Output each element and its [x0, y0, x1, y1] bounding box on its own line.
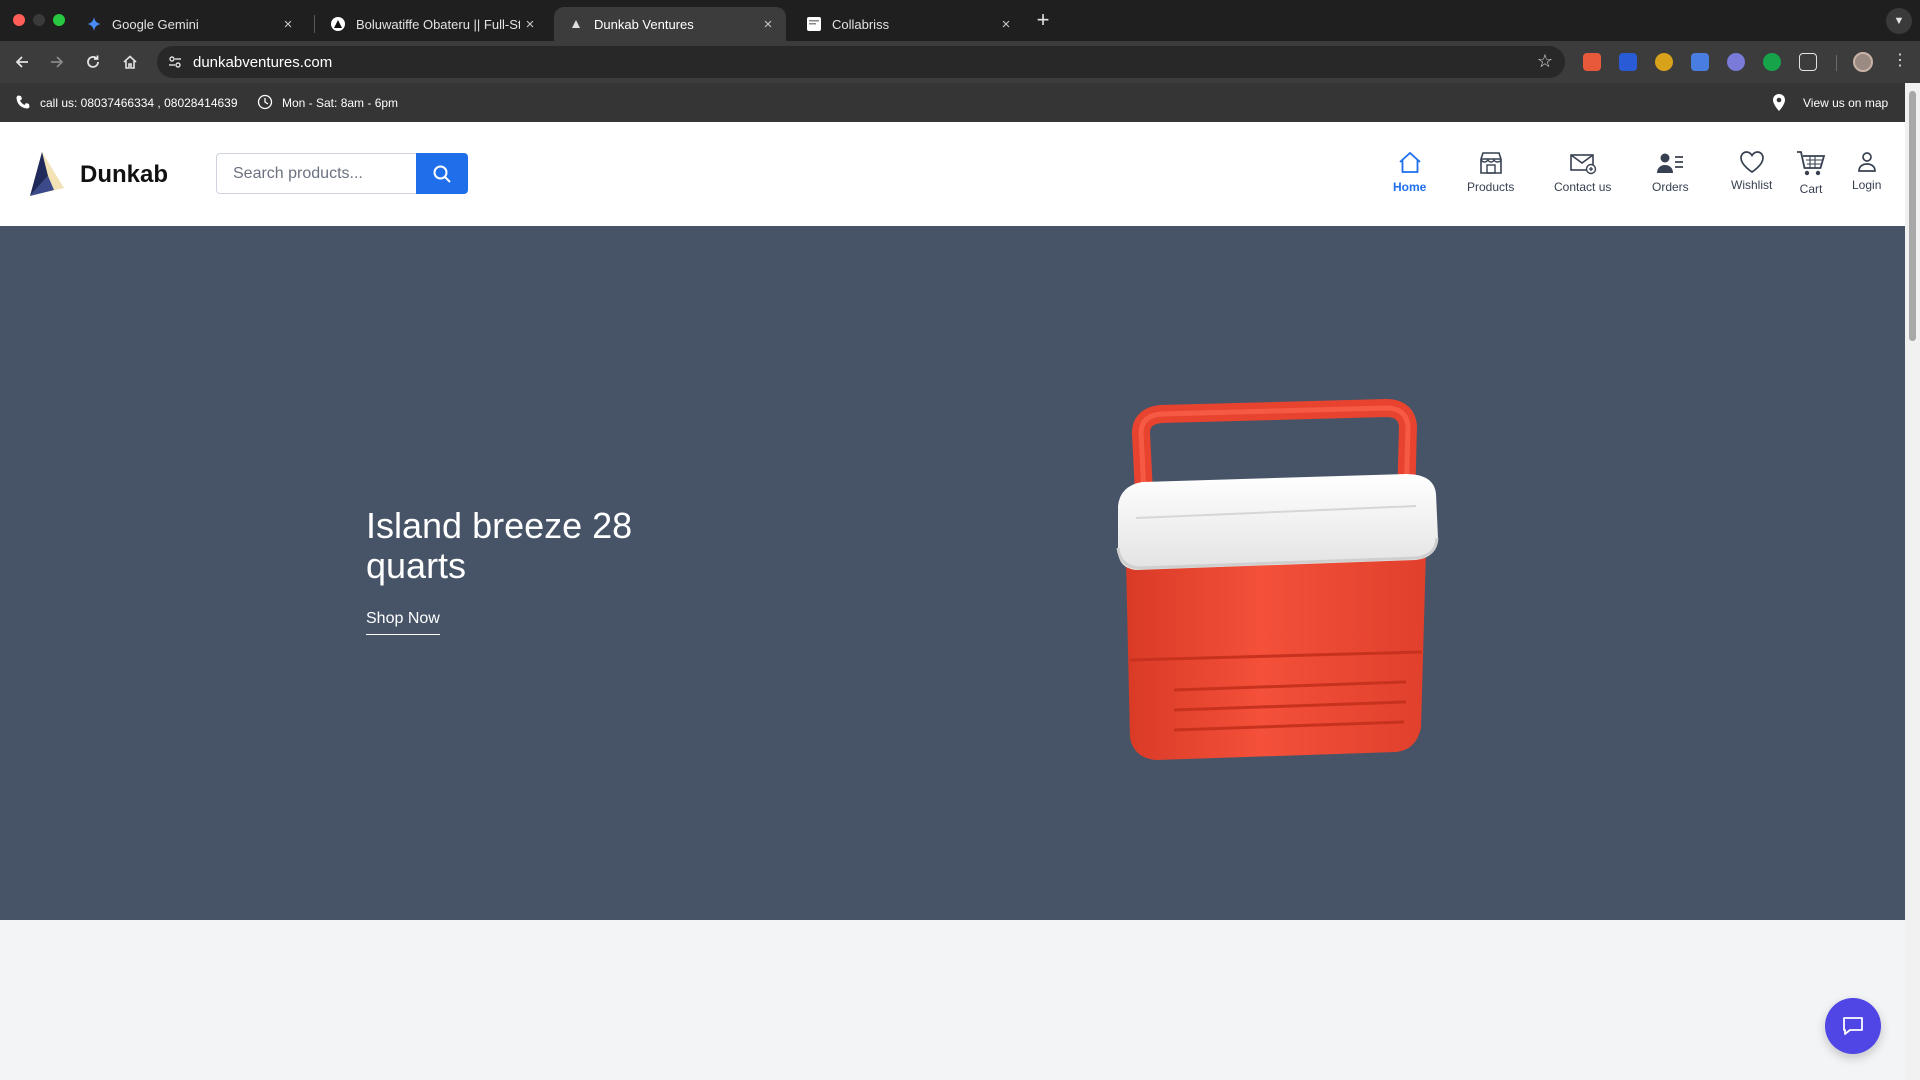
call-us-text: call us: 08037466334 , 08028414639 — [40, 96, 238, 110]
extension-bee-icon[interactable] — [1655, 53, 1673, 71]
extension-docs-icon[interactable] — [1691, 53, 1709, 71]
back-arrow-icon[interactable] — [9, 49, 35, 75]
hero-title: Island breeze 28 quarts — [366, 505, 633, 586]
window-close-button[interactable] — [13, 14, 25, 26]
nav-label: Products — [1467, 180, 1515, 194]
brand-name[interactable]: Dunkab — [80, 161, 168, 189]
tab-title: Dunkab Ventures — [594, 16, 694, 32]
hero-banner: Island breeze 28 quarts Shop Now — [0, 226, 1905, 920]
extension-grammarly-icon[interactable] — [1763, 53, 1781, 71]
nav-orders[interactable]: Orders — [1652, 150, 1689, 194]
search-button[interactable] — [416, 153, 468, 194]
forward-arrow-icon[interactable] — [44, 49, 70, 75]
nav-label: Home — [1393, 180, 1427, 194]
chat-bubble-icon — [1843, 1017, 1863, 1035]
tab-title: Boluwatiffe Obateru || Full-St — [356, 16, 520, 32]
browser-tab-collabriss[interactable]: Collabriss × — [792, 7, 1024, 41]
dunkab-logo-icon[interactable] — [26, 150, 66, 198]
profile-avatar[interactable] — [1853, 52, 1873, 72]
nav-contact-us[interactable]: Contact us — [1554, 150, 1611, 194]
collabriss-icon — [806, 16, 822, 32]
search-input[interactable] — [216, 153, 416, 194]
home-icon — [1399, 151, 1421, 173]
page-scrollbar[interactable] — [1905, 83, 1920, 1080]
new-tab-button[interactable]: + — [1030, 8, 1056, 34]
triangle-logo-icon — [330, 16, 346, 32]
nav-wishlist[interactable]: Wishlist — [1731, 150, 1772, 192]
contact-strip: call us: 08037466334 , 08028414639 Mon -… — [0, 83, 1905, 122]
site-header: Dunkab Home Products Contact us Orders W… — [0, 122, 1905, 226]
browser-tab-gemini[interactable]: Google Gemini × — [72, 7, 306, 41]
nav-label: Wishlist — [1731, 178, 1773, 192]
tab-close-icon[interactable]: × — [520, 16, 540, 33]
site-settings-icon[interactable] — [165, 52, 185, 72]
nav-label: Cart — [1799, 182, 1823, 196]
tab-title: Collabriss — [832, 16, 890, 32]
gemini-icon — [86, 16, 102, 32]
extension-shield-icon[interactable] — [1619, 53, 1637, 71]
tab-close-icon[interactable]: × — [996, 16, 1016, 33]
extension-cloud-icon[interactable] — [1727, 53, 1745, 71]
nav-products[interactable]: Products — [1467, 150, 1514, 194]
shop-now-link[interactable]: Shop Now — [366, 610, 440, 635]
nav-cart[interactable]: Cart — [1796, 150, 1826, 196]
nav-home[interactable]: Home — [1393, 150, 1426, 194]
nav-label: Orders — [1652, 180, 1689, 194]
tab-close-icon[interactable]: × — [758, 16, 778, 33]
extensions-puzzle-icon[interactable] — [1799, 53, 1817, 71]
address-bar[interactable]: dunkabventures.com ☆ — [157, 46, 1565, 78]
dunkab-logo-icon — [568, 16, 584, 32]
tab-separator — [314, 15, 315, 33]
browser-menu-icon[interactable]: ⋮ — [1892, 51, 1908, 71]
red-cooler-image — [1116, 398, 1439, 760]
tab-close-icon[interactable]: × — [278, 16, 298, 33]
extension-fox-icon[interactable] — [1583, 53, 1601, 71]
window-minimize-button[interactable] — [33, 14, 45, 26]
bookmark-star-icon[interactable]: ☆ — [1537, 51, 1553, 72]
nav-login[interactable]: Login — [1852, 150, 1881, 192]
mail-icon — [1569, 154, 1596, 175]
window-maximize-button[interactable] — [53, 14, 65, 26]
browser-toolbar: dunkabventures.com ☆ ⋮ — [0, 41, 1920, 83]
reload-icon[interactable] — [80, 49, 106, 75]
tab-search-chevron-icon[interactable]: ▼ — [1886, 8, 1912, 34]
map-pin-icon — [1773, 94, 1785, 111]
nav-label: Contact us — [1554, 180, 1612, 194]
user-icon — [1857, 152, 1876, 172]
toolbar-separator — [1836, 55, 1837, 71]
nav-label: Login — [1852, 178, 1882, 192]
browser-tab-bar: Google Gemini × Boluwatiffe Obateru || F… — [0, 0, 1920, 41]
cart-icon — [1797, 151, 1826, 176]
home-icon[interactable] — [117, 49, 143, 75]
tab-title: Google Gemini — [112, 16, 199, 32]
scrollbar-thumb[interactable] — [1909, 91, 1916, 341]
browser-tab-portfolio[interactable]: Boluwatiffe Obateru || Full-St × — [316, 7, 548, 41]
orders-icon — [1657, 153, 1684, 173]
view-on-map-link[interactable]: View us on map — [1803, 96, 1888, 110]
phone-icon — [16, 95, 30, 109]
chat-widget-button[interactable] — [1825, 998, 1881, 1054]
url-text[interactable]: dunkabventures.com — [193, 54, 332, 71]
search-icon — [433, 165, 451, 183]
heart-icon — [1739, 151, 1764, 174]
page-viewport: call us: 08037466334 , 08028414639 Mon -… — [0, 83, 1905, 1080]
clock-icon — [257, 94, 273, 110]
opening-hours-text: Mon - Sat: 8am - 6pm — [282, 96, 399, 110]
browser-tab-dunkab[interactable]: Dunkab Ventures × — [554, 7, 786, 41]
store-icon — [1479, 152, 1502, 174]
